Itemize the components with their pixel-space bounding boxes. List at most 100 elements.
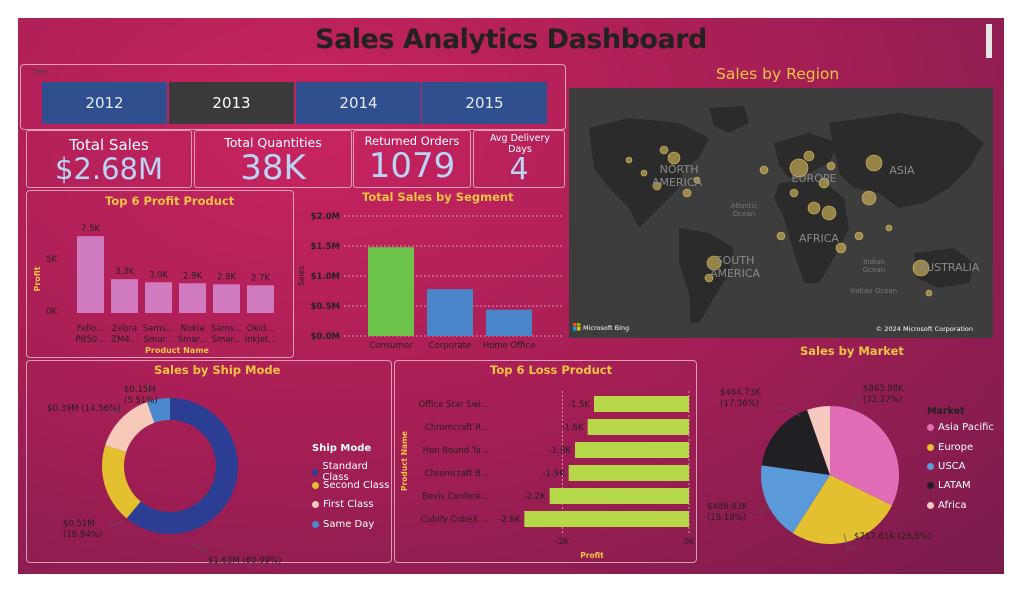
loss-bar (568, 465, 689, 481)
dashboard-title: Sales Analytics Dashboard (315, 24, 707, 55)
year-slicer: Year 2012 2013 2014 2015 (20, 64, 566, 130)
segment-bar (368, 247, 414, 336)
segment-ytick: $0.0M (311, 332, 340, 342)
loss-data-label: -1.5K (568, 400, 591, 410)
map-bubble-marker (625, 156, 633, 164)
ship-legend-second[interactable]: Second Class (312, 480, 389, 491)
map-bubble-marker (826, 161, 836, 171)
segment-ytick: $0.5M (311, 302, 340, 312)
loss-xtick: -2K (556, 537, 570, 546)
continent-asia (829, 113, 984, 208)
profit-chart-panel: Top 6 Profit Product Profit 5K 0K 7.5K Fe… (26, 190, 294, 358)
profit-chart-svg: Profit 5K 0K 7.5K Fello...PB50... 3.3K Zebr… (33, 224, 277, 355)
loss-data-label: -1.8K (549, 446, 572, 456)
region-map-title: Sales by Region (716, 65, 840, 83)
market-legend-usca[interactable]: USCA (927, 461, 966, 472)
loss-bar (524, 511, 689, 527)
segment-chart-panel: Total Sales by Segment Sales $2.0M $1.5M $… (296, 190, 566, 358)
loss-category-label: Hon Round Ta... (423, 446, 489, 456)
segment-bar (486, 309, 532, 336)
market-legend-europe[interactable]: Europe (927, 442, 973, 453)
legend-dot-icon (927, 482, 934, 489)
year-button-2012[interactable]: 2012 (42, 82, 167, 124)
market-legend-africa[interactable]: Africa (927, 500, 967, 511)
profit-category-label-2: PB50... (76, 335, 106, 345)
map-label-north-america: NORTH AMERICA (652, 163, 703, 189)
map-copyright: © 2024 Microsoft Corporation (876, 325, 973, 333)
market-legend-title: Market (927, 406, 965, 417)
continent-greenland (709, 106, 749, 133)
ship-donut-slice (102, 445, 141, 519)
loss-xtick: 0K (684, 537, 695, 546)
ship-label-standard: $1.63M (60.99%) (208, 556, 282, 566)
map-label-indian: Indian Ocean (863, 258, 885, 274)
legend-dot-icon (927, 502, 934, 509)
year-button-2015[interactable]: 2015 (422, 82, 547, 124)
year-button-2013[interactable]: 2013 (169, 82, 294, 124)
loss-bar (587, 419, 689, 435)
profit-bar (247, 285, 274, 313)
map-bubble-marker (865, 154, 883, 172)
kpi-returned-orders: Returned Orders 1079 (353, 130, 471, 188)
scrollbar[interactable] (986, 24, 992, 58)
market-legend-label: USCA (938, 461, 966, 472)
loss-y-label: Product Name (400, 431, 409, 491)
map-bubble-marker (821, 205, 837, 221)
dashboard-canvas: Sales Analytics Dashboard Year 2012 2013… (18, 18, 1004, 574)
legend-dot-icon (927, 424, 934, 431)
loss-bar (549, 488, 689, 504)
profit-bar (179, 283, 206, 313)
segment-ytick: $2.0M (311, 212, 340, 222)
year-button-2014[interactable]: 2014 (296, 82, 421, 124)
continent-africa (774, 178, 849, 283)
map-label-asia: ASIA (889, 164, 915, 177)
loss-chart-svg: Product Name -2K 0K -1.5K Office Star Swi.… (400, 391, 695, 560)
legend-dot-icon (312, 521, 319, 528)
loss-bar (575, 442, 689, 458)
map-bubble-marker (854, 231, 864, 241)
profit-y-label: Profit (33, 266, 42, 291)
profit-category-label: Sams... (211, 324, 242, 334)
market-legend-latam[interactable]: LATAM (927, 480, 971, 491)
loss-data-label: -1.6K (561, 423, 584, 433)
loss-bar (594, 396, 689, 412)
region-map[interactable]: NORTH AMERICA EUROPE ASIA AFRICA SOUTH AME… (569, 88, 993, 338)
ship-legend-label: Second Class (323, 480, 390, 491)
ship-legend-same-day[interactable]: Same Day (312, 519, 374, 530)
market-label-usca: $486.63K (18.18%) (707, 502, 748, 523)
profit-data-label: 2.8K (217, 272, 237, 282)
profit-bar (213, 284, 240, 313)
ship-label-first: $0.39M (14.56%) (47, 404, 121, 414)
loss-category-label: Cubify CubeX ... (421, 515, 489, 525)
segment-category-label: Corporate (429, 341, 472, 351)
loss-category-label: Chromcraft B... (425, 469, 489, 479)
kpi-avg-delivery: Avg Delivery Days 4 (473, 130, 565, 188)
market-legend-label: LATAM (938, 480, 971, 491)
kpi-total-sales: Total Sales $2.68M (26, 130, 192, 188)
map-label-australia: AUSTRALIA (919, 261, 980, 274)
kpi-total-quantities-value: 38K (240, 148, 306, 188)
profit-category-label: Nokia (180, 324, 204, 334)
loss-x-label: Profit (580, 551, 604, 560)
segment-ytick: $1.0M (311, 272, 340, 282)
map-bubble-marker (776, 231, 786, 241)
ship-legend-first[interactable]: First Class (312, 499, 374, 510)
world-map-svg: NORTH AMERICA EUROPE ASIA AFRICA SOUTH AME… (573, 106, 984, 333)
loss-category-label: Bevis Confere... (422, 492, 489, 502)
loss-category-label: Chromcraft R... (425, 423, 489, 433)
market-legend-label: Africa (938, 500, 967, 511)
profit-bar (145, 282, 172, 313)
profit-category-label-2: Inkjet... (245, 335, 277, 345)
market-legend-asia[interactable]: Asia Pacific (927, 422, 994, 433)
legend-dot-icon (312, 501, 319, 508)
legend-dot-icon (312, 468, 319, 476)
map-label-atlantic: Atlantic Ocean (731, 202, 758, 218)
kpi-total-quantities: Total Quantities 38K (194, 130, 352, 188)
ship-legend-label: Same Day (323, 519, 375, 530)
ship-label-same-day: $0.15M (5.51%) (124, 385, 158, 406)
profit-data-label: 7.5K (81, 224, 101, 234)
loss-category-label: Office Star Swi... (419, 400, 489, 410)
profit-category-label: Fello... (77, 324, 105, 334)
kpi-returned-orders-value: 1079 (368, 146, 456, 186)
map-label-indian-2: Indian Ocean (851, 287, 897, 295)
